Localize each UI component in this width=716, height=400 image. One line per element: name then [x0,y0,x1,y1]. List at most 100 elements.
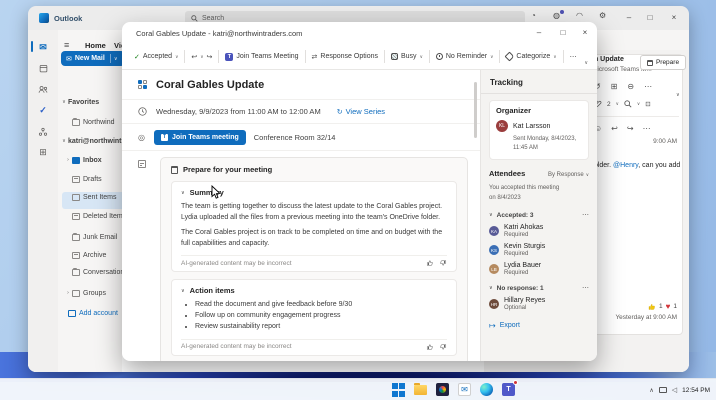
reply-button[interactable]: ↩ ∨ ↪ [191,53,212,61]
thumbs-up-icon[interactable] [426,259,434,267]
popout-icon[interactable]: ⊡ [645,100,650,108]
no-response-group-header[interactable]: ∨ No response: 1 ⋯ [489,284,589,292]
dialog-title: Coral Gables Update - katri@northwintrad… [136,29,302,38]
thumbs-up-icon[interactable] [426,343,434,351]
reply-icon[interactable]: ↩ [611,124,618,133]
start-button-icon[interactable] [391,382,406,397]
attendee-row: KA Katri Ahokas Required [489,224,589,238]
printer-icon[interactable]: ⊖ [627,82,634,91]
forward-icon[interactable]: ↪ [207,53,213,61]
sidebar-item-junk[interactable]: Junk Email [72,229,128,245]
action-items-header[interactable]: ∨ Action items [181,286,447,295]
sidebar-item-deleted[interactable]: Deleted Items [72,208,128,224]
organizer-row: KL Kat Larsson [496,120,582,132]
sidebar-item-northwind[interactable]: Northwind [72,114,128,130]
more-icon[interactable]: ⋯ [582,284,589,292]
tag-icon [505,52,515,62]
chevron-down-icon: ∨ [586,172,589,178]
window-maximize-button[interactable]: □ [641,10,659,25]
reminder-button[interactable]: No Reminder ∨ [436,53,494,60]
join-teams-meeting-button-inline[interactable]: T Join Teams meeting [154,130,246,145]
export-link[interactable]: ↦ Export [489,321,589,330]
feedback-icon[interactable]: ◠ [576,11,583,20]
busy-status-button[interactable]: Busy ∨ [391,53,423,60]
sidebar-item-inbox[interactable]: › Inbox [64,152,128,168]
outlook-logo-icon [39,13,49,23]
network-icon[interactable] [659,387,667,393]
sidebar-item-conversation-history[interactable]: Conversation History [72,264,128,280]
file-explorer-icon[interactable] [413,382,428,397]
chevron-down-icon: ∨ [181,288,185,294]
hamburger-menu-icon[interactable]: ≡ [64,40,69,50]
dialog-scrollbar[interactable] [474,82,477,138]
photos-app-icon[interactable] [436,383,449,396]
dialog-minimize-button[interactable]: – [530,25,548,41]
notification-bell-icon[interactable]: ◍ [553,11,560,20]
accepted-button[interactable]: ✓ Accepted ∨ [134,53,178,61]
window-minimize-button[interactable]: – [620,10,638,25]
add-account-button[interactable]: Add account [68,305,128,321]
thumbs-down-icon[interactable] [439,343,447,351]
sidebar-item-archive[interactable]: Archive [72,247,128,263]
rail-people-icon[interactable] [28,80,58,98]
ai-disclaimer: AI-generated content may be incorrect [181,260,292,267]
rail-apps-icon[interactable]: ⊞ [28,143,58,161]
action-items-list: Read the document and give feedback befo… [195,300,447,333]
inbox-icon [72,157,80,164]
settings-gear-icon[interactable]: ⚙ [599,11,606,20]
new-mail-button[interactable]: ✉ New Mail ∨ [61,51,125,66]
dialog-close-button[interactable]: × [576,25,594,41]
rail-selected-indicator [31,41,33,52]
more-icon[interactable]: ⋯ [582,211,589,219]
sidebar-item-favorites[interactable]: ∨ Favorites [60,94,126,110]
mention-link[interactable]: @Henry [613,162,638,169]
more-icon[interactable]: ⋯ [643,124,651,133]
rail-calendar-icon[interactable] [28,59,58,77]
join-teams-meeting-button[interactable]: T Join Teams Meeting [225,53,298,61]
clock-time[interactable]: 12:54 PM [682,387,710,394]
new-mail-dropdown-icon[interactable]: ∨ [114,56,118,62]
mouse-cursor [211,185,222,200]
dialog-maximize-button[interactable]: □ [554,25,572,41]
rail-mail-icon[interactable]: ✉ [28,38,58,56]
outlook-taskbar-icon[interactable]: ✉ [458,383,471,396]
sidebar-item-sent[interactable]: Sent Items [72,189,128,205]
avatar: KL [496,120,508,132]
apps-grid-icon[interactable]: ⊞ [611,82,618,91]
presence-icon[interactable]: ◔ [531,11,536,20]
action-items-section: ∨ Action items Read the document and giv… [171,279,457,356]
avatar: KA [489,226,499,236]
sidebar-item-account[interactable]: ∨ katri@northwintraders.com [60,133,126,149]
sort-by-response[interactable]: By Response [548,172,584,178]
prepare-button[interactable]: Prepare [640,55,686,70]
attachment-count[interactable]: 2 [607,101,611,108]
reactions[interactable]: 1 ♥ 1 [648,302,677,311]
tray-expand-icon[interactable]: ∧ [649,387,653,394]
rail-org-icon[interactable] [28,123,58,141]
categorize-button[interactable]: Categorize ∨ [506,53,556,60]
clock-icon [436,53,443,60]
toolbar-more-button[interactable]: ⋯ [570,53,577,61]
event-title-row: Coral Gables Update [122,70,480,100]
rail-todo-icon[interactable]: ✓ [28,101,58,119]
sent-timestamp: Sent Monday, 8/4/2023, 11:45 AM [513,135,582,153]
collapse-icon[interactable]: ∨ [676,92,680,98]
view-series-link[interactable]: ↻ View Series [337,107,385,116]
thumbs-down-icon[interactable] [439,259,447,267]
edge-browser-icon[interactable] [480,383,493,396]
tab-home[interactable]: Home [85,41,106,50]
more-icon[interactable]: ⋯ [644,82,652,91]
response-options-button[interactable]: ⇄ Response Options [312,53,378,61]
forward-icon[interactable]: ↪ [627,124,634,133]
sidebar-item-groups[interactable]: › Groups [64,285,128,301]
window-close-button[interactable]: × [665,10,683,25]
zoom-icon[interactable] [624,100,632,108]
teams-taskbar-icon[interactable]: T [501,382,516,397]
ai-disclaimer: AI-generated content may be incorrect [181,343,292,350]
sidebar-item-drafts[interactable]: Drafts [72,171,128,187]
reaction-timestamp: Yesterday at 9:00 AM [615,314,677,321]
folder-icon [72,269,80,276]
toolbar-collapse-icon[interactable]: ∨ [584,60,588,66]
accepted-group-header[interactable]: ∨ Accepted: 3 ⋯ [489,211,589,219]
speaker-icon[interactable]: ◁ [672,386,677,394]
